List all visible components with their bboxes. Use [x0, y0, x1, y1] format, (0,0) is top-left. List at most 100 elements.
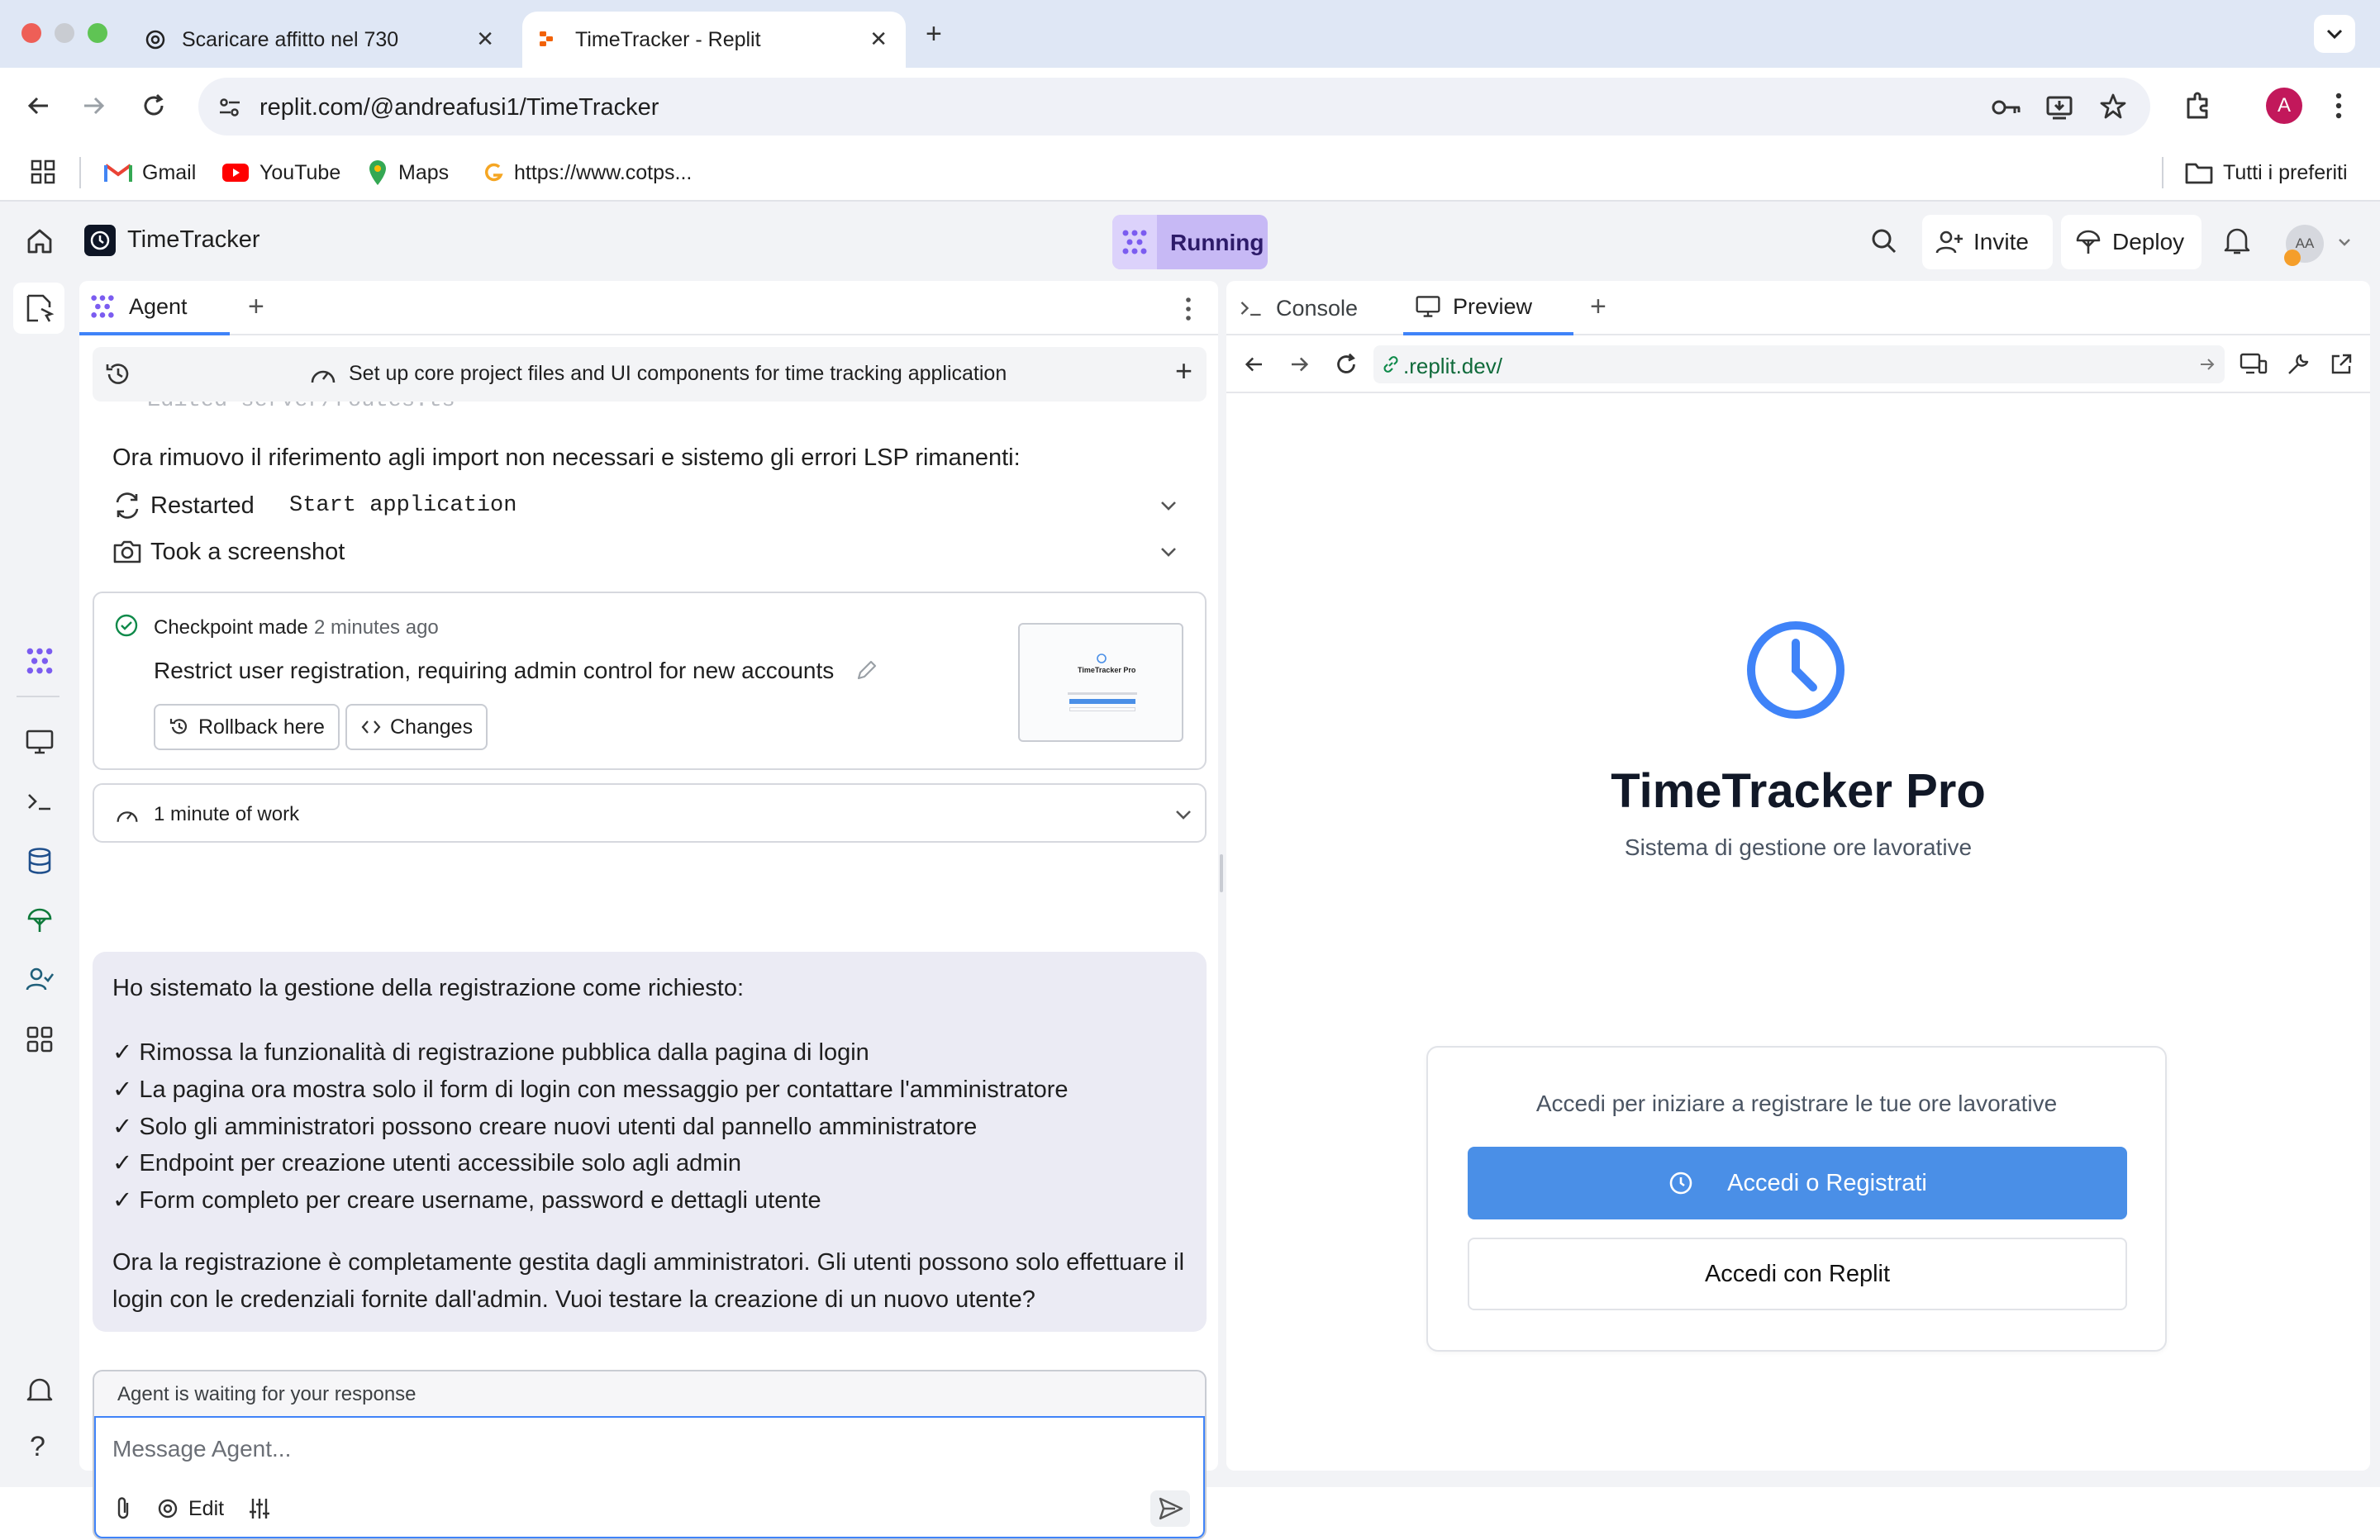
invite-label: Invite	[1973, 229, 2029, 254]
terminal-icon[interactable]	[25, 787, 55, 816]
send-button[interactable]	[1150, 1490, 1190, 1527]
back-icon[interactable]	[23, 91, 53, 121]
bookmark-maps[interactable]: Maps	[367, 157, 449, 188]
notifications-bell-icon[interactable]	[2223, 225, 2251, 256]
maximize-window-button[interactable]	[88, 23, 107, 43]
new-task-icon[interactable]: +	[1175, 354, 1192, 388]
history-icon	[169, 719, 188, 734]
sliders-icon[interactable]	[246, 1495, 273, 1522]
chevron-down-icon[interactable]	[1159, 542, 1178, 562]
bookmarks-divider	[79, 157, 81, 188]
clock-icon	[1744, 618, 1848, 722]
close-tab-icon[interactable]: ✕	[869, 28, 888, 50]
address-bar[interactable]: replit.com/@andreafusi1/TimeTracker	[198, 78, 2150, 135]
message-bullet: ✓ Rimossa la funzionalità di registrazio…	[112, 1039, 869, 1066]
profile-avatar[interactable]: A	[2266, 88, 2302, 124]
step-restarted[interactable]: Restarted Start application	[112, 487, 1195, 524]
database-icon[interactable]	[25, 846, 55, 876]
help-icon[interactable]: ?	[30, 1431, 45, 1463]
target-icon	[158, 1499, 178, 1519]
close-tab-icon[interactable]: ✕	[476, 28, 494, 50]
attach-icon[interactable]	[111, 1495, 136, 1522]
invite-button[interactable]: Invite	[1922, 215, 2053, 269]
new-tab-icon[interactable]: +	[926, 18, 942, 50]
user-check-icon[interactable]	[25, 965, 55, 995]
pencil-icon[interactable]	[854, 658, 879, 682]
extensions-icon[interactable]	[2182, 89, 2215, 122]
chevron-down-icon[interactable]	[1173, 805, 1193, 825]
all-bookmarks-label: Tutti i preferiti	[2223, 160, 2348, 184]
bookmark-youtube[interactable]: YouTube	[221, 157, 340, 188]
browser-tab-1[interactable]: Scaricare affitto nel 730 ✕	[132, 12, 512, 68]
panel-menu-icon[interactable]	[1183, 296, 1193, 322]
preview-url-bar[interactable]: .replit.dev/	[1373, 345, 2225, 383]
run-status-button[interactable]: Running	[1112, 215, 1268, 269]
all-tools-grid-icon[interactable]	[25, 1024, 55, 1054]
step-restart-code: Start application	[289, 493, 517, 518]
device-preview-icon[interactable]	[2240, 352, 2268, 377]
bookmark-label: YouTube	[259, 160, 341, 184]
bookmark-gmail[interactable]: Gmail	[104, 157, 196, 188]
work-duration-row[interactable]: 1 minute of work	[93, 783, 1207, 843]
history-icon[interactable]	[104, 360, 132, 388]
forward-icon[interactable]	[1288, 352, 1312, 377]
reload-icon[interactable]	[1332, 350, 1360, 378]
agent-logo-icon[interactable]	[25, 646, 55, 676]
panel-resize-handle[interactable]	[1220, 854, 1223, 892]
step-screenshot[interactable]: Took a screenshot	[112, 534, 1195, 570]
tab-search-button[interactable]	[2314, 15, 2355, 53]
add-tab-icon[interactable]: +	[1590, 291, 1606, 323]
chevron-down-icon	[2326, 29, 2343, 40]
open-new-window-icon[interactable]	[2329, 352, 2354, 377]
deploy-button[interactable]: Deploy	[2061, 215, 2202, 269]
login-replit-button[interactable]: Accedi con Replit	[1468, 1238, 2127, 1310]
project-icon	[84, 225, 116, 256]
monitor-icon[interactable]	[25, 727, 55, 757]
site-settings-icon[interactable]	[217, 94, 243, 121]
tab-preview[interactable]: Preview	[1403, 281, 1573, 335]
close-window-button[interactable]	[21, 23, 41, 43]
tab-console[interactable]: Console	[1226, 281, 1400, 335]
files-button[interactable]	[13, 283, 64, 334]
chevron-down-icon[interactable]	[1159, 496, 1178, 516]
project-name[interactable]: TimeTracker	[127, 226, 260, 254]
bookmarks-bar: Gmail YouTube Maps https://www.cotps... …	[0, 144, 2380, 202]
rollback-button[interactable]: Rollback here	[154, 704, 340, 750]
gauge-icon	[309, 361, 337, 387]
minimize-window-button[interactable]	[55, 23, 74, 43]
clock-icon	[1097, 654, 1107, 663]
changes-button[interactable]: Changes	[345, 704, 488, 750]
key-icon[interactable]	[1990, 94, 2023, 121]
chevron-down-icon[interactable]	[2337, 235, 2352, 250]
menu-kebab-icon[interactable]	[2332, 89, 2345, 122]
deploy-tree-icon[interactable]	[25, 905, 55, 935]
message-bullet: ✓ Form completo per creare username, pas…	[112, 1187, 821, 1214]
all-bookmarks-button[interactable]: Tutti i preferiti	[2185, 157, 2348, 188]
checkpoint-card: Checkpoint made 2 minutes ago Restrict u…	[93, 592, 1207, 770]
preview-viewport: TimeTracker Pro Sistema di gestione ore …	[1226, 395, 2370, 1471]
waiting-status: Agent is waiting for your response	[117, 1383, 416, 1405]
browser-toolbar: replit.com/@andreafusi1/TimeTracker A	[0, 68, 2380, 144]
install-app-icon[interactable]	[2044, 93, 2074, 122]
browser-tab-2[interactable]: TimeTracker - Replit ✕	[522, 12, 906, 68]
forward-icon[interactable]	[79, 91, 109, 121]
reload-icon[interactable]	[139, 91, 169, 121]
home-icon[interactable]	[25, 226, 55, 256]
edit-mode-button[interactable]: Edit	[155, 1494, 224, 1523]
tab-agent[interactable]: Agent	[79, 281, 230, 335]
message-input[interactable]: Message Agent... Edit	[94, 1416, 1205, 1538]
back-icon[interactable]	[1241, 352, 1266, 377]
login-register-button[interactable]: Accedi o Registrati	[1468, 1147, 2127, 1219]
bookmark-cotps[interactable]: https://www.cotps...	[483, 157, 692, 188]
app-title: TimeTracker Pro	[1611, 764, 1986, 818]
checkpoint-thumbnail[interactable]: TimeTracker Pro	[1018, 623, 1183, 742]
alert-bell-icon[interactable]	[25, 1375, 55, 1405]
bookmark-label: Maps	[398, 160, 450, 184]
apps-grid-icon[interactable]	[30, 159, 56, 185]
bookmark-star-icon[interactable]	[2099, 93, 2127, 121]
go-arrow-icon[interactable]	[2198, 355, 2216, 373]
clock-icon	[90, 231, 110, 250]
search-icon[interactable]	[1869, 226, 1899, 256]
add-tab-icon[interactable]: +	[248, 291, 264, 323]
devtools-wrench-icon[interactable]	[2286, 352, 2311, 377]
